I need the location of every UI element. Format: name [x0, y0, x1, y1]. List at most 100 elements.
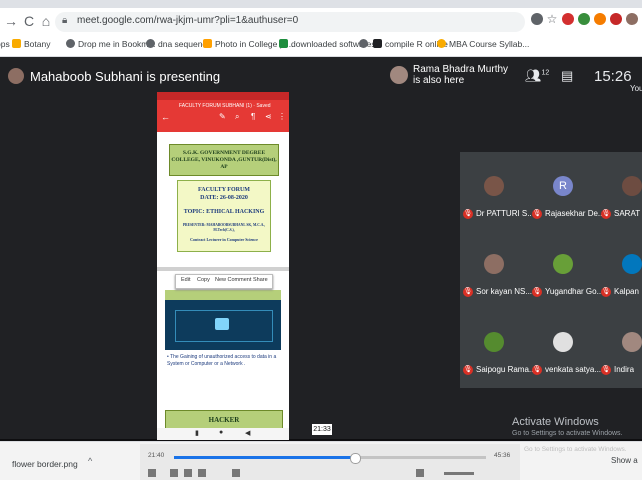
bookmarks-bar: pps Botany Drop me in Bookm... dna seque… — [0, 36, 642, 57]
globe-icon — [359, 39, 368, 48]
forum-topic: TOPIC: ETHICAL HACKING — [183, 209, 265, 215]
previous-icon[interactable] — [170, 469, 178, 477]
globe-icon — [146, 39, 155, 48]
player-progress-fill — [174, 456, 355, 459]
context-menu[interactable]: Edit Copy New Comment Share — [175, 274, 273, 289]
back-icon[interactable]: → — [2, 12, 20, 30]
doc-app-bar: FACULTY FORUM SUBHANI (1) · Saved ← ✎ ⌕ … — [157, 100, 289, 132]
college-name: S.G.K. GOVERNMENT DEGREE COLLEGE, VINUKO… — [171, 150, 277, 170]
activation-watermark-ghost: Go to Settings to activate Windows. — [524, 446, 627, 453]
profile-avatar[interactable] — [626, 13, 638, 25]
download-file-name[interactable]: flower border.png — [12, 459, 78, 469]
mic-muted-icon: 🎙︎ — [463, 365, 473, 375]
slide-paragraph: • The Gaining of unauthorized access to … — [167, 354, 277, 367]
home-button-icon: ● — [219, 429, 224, 436]
player-duration: 45:36 — [494, 452, 511, 459]
media-player: 21:40 45:36 — [140, 444, 520, 480]
activation-watermark-sub: Go to Settings to activate Windows. — [512, 430, 623, 437]
folder-icon — [279, 39, 288, 48]
player-current-time: 21:40 — [148, 452, 165, 459]
bookmark-item[interactable]: dna sequence — [146, 39, 211, 49]
apps-label[interactable]: pps — [0, 39, 10, 49]
bookmark-item[interactable]: MBA Course Syllab... — [437, 39, 529, 49]
menu-new-comment[interactable]: New Comment — [215, 277, 251, 283]
browser-tabstrip — [0, 0, 642, 8]
show-all-button[interactable]: Show a — [611, 456, 638, 465]
activation-watermark: Activate Windows — [512, 416, 599, 428]
home-icon[interactable]: ⌂ — [37, 12, 55, 30]
people-icon[interactable]: 👥︎12 — [525, 68, 549, 84]
menu-copy[interactable]: Copy — [197, 277, 210, 283]
extension-icon[interactable] — [562, 13, 574, 25]
forum-details-box: FACULTY FORUM DATE: 26-08-2020 TOPIC: ET… — [177, 180, 271, 252]
participant-name: SARAT — [614, 209, 641, 218]
chat-icon[interactable]: ▤ — [561, 68, 573, 84]
slide-heading-box — [165, 290, 281, 300]
back-arrow-icon: ← — [161, 112, 170, 122]
next-icon[interactable] — [198, 469, 206, 477]
stop-icon[interactable] — [184, 469, 192, 477]
playlist-icon[interactable] — [232, 469, 240, 477]
url-text: meet.google.com/rwa-jkjm-umr?pli=1&authu… — [77, 15, 299, 26]
forum-title: FACULTY FORUM — [198, 187, 250, 193]
participant-name: Saipogu Rama... — [476, 365, 536, 374]
player-seek-bar[interactable] — [174, 453, 486, 464]
bookmark-label: MBA Course Syllab... — [449, 39, 530, 49]
extension-icon[interactable] — [594, 13, 606, 25]
participant-avatar — [484, 176, 504, 196]
fullscreen-icon[interactable] — [416, 469, 424, 477]
photo-icon — [203, 39, 212, 48]
bookmark-item[interactable]: Drop me in Bookm... — [66, 39, 155, 49]
t-icon — [373, 39, 382, 48]
participant-name: Rajasekhar De... — [545, 209, 605, 218]
shared-screen: FACULTY FORUM SUBHANI (1) · Saved ← ✎ ⌕ … — [157, 92, 289, 440]
menu-edit[interactable]: Edit — [181, 277, 190, 283]
extension-icon[interactable] — [578, 13, 590, 25]
lock-icon: 🔒︎ — [62, 15, 68, 26]
participant-avatar — [622, 254, 642, 274]
participant-avatar — [553, 254, 573, 274]
participant-avatar — [484, 332, 504, 352]
bookmark-item[interactable] — [359, 39, 371, 49]
back-button-icon: ◀ — [245, 430, 251, 437]
participant-name: Yugandhar Go... — [545, 287, 604, 296]
you-label: You — [630, 84, 642, 93]
lock-icon — [215, 318, 229, 330]
presenter-role: Contract Lecturer in Computer Science — [190, 237, 258, 242]
star-icon[interactable]: ☆ — [546, 13, 558, 25]
time-badge: 21:33 — [312, 424, 332, 435]
bookmark-item[interactable]: Botany — [12, 39, 50, 49]
participant-name: Kalpan — [614, 287, 639, 296]
address-bar[interactable]: 🔒︎ meet.google.com/rwa-jkjm-umr?pli=1&au… — [55, 12, 525, 32]
participant-name: Sor kayan NS... — [476, 287, 533, 296]
page-divider — [157, 267, 289, 271]
bookmark-icon — [12, 39, 21, 48]
menu-share[interactable]: Share — [253, 277, 268, 283]
people-count: 12 — [541, 69, 550, 77]
participant-name: venkata satya... — [545, 365, 602, 374]
camera-icon[interactable] — [531, 13, 543, 25]
phone-nav-bar: ▮ ● ◀ — [157, 428, 289, 440]
search-icon: ⌕ — [235, 112, 240, 121]
volume-slider[interactable] — [444, 472, 474, 475]
more-icon: ⋮ — [278, 112, 286, 121]
recent-apps-icon: ▮ — [195, 430, 199, 437]
browser-toolbar: → C ⌂ 🔒︎ meet.google.com/rwa-jkjm-umr?pl… — [0, 8, 642, 36]
player-seek-thumb[interactable] — [349, 453, 361, 464]
play-icon[interactable] — [148, 469, 156, 477]
participant-avatar — [484, 254, 504, 274]
extension-icon[interactable] — [610, 13, 622, 25]
chevron-up-icon[interactable]: ^ — [88, 456, 92, 466]
participant-avatar — [390, 66, 408, 84]
mic-muted-icon: 🎙︎ — [463, 287, 473, 297]
participant-avatar — [553, 332, 573, 352]
doc-title: FACULTY FORUM SUBHANI (1) · Saved — [179, 103, 271, 109]
presenting-label: Mahaboob Subhani is presenting — [30, 69, 221, 84]
mic-muted-icon: 🎙︎ — [601, 365, 611, 375]
reload-icon[interactable]: C — [20, 12, 38, 30]
hacking-illustration — [165, 300, 281, 350]
globe-icon — [66, 39, 75, 48]
mic-muted-icon: 🎙︎ — [532, 365, 542, 375]
mic-muted-icon: 🎙︎ — [463, 209, 473, 219]
bookmark-label: Drop me in Bookm... — [78, 39, 156, 49]
